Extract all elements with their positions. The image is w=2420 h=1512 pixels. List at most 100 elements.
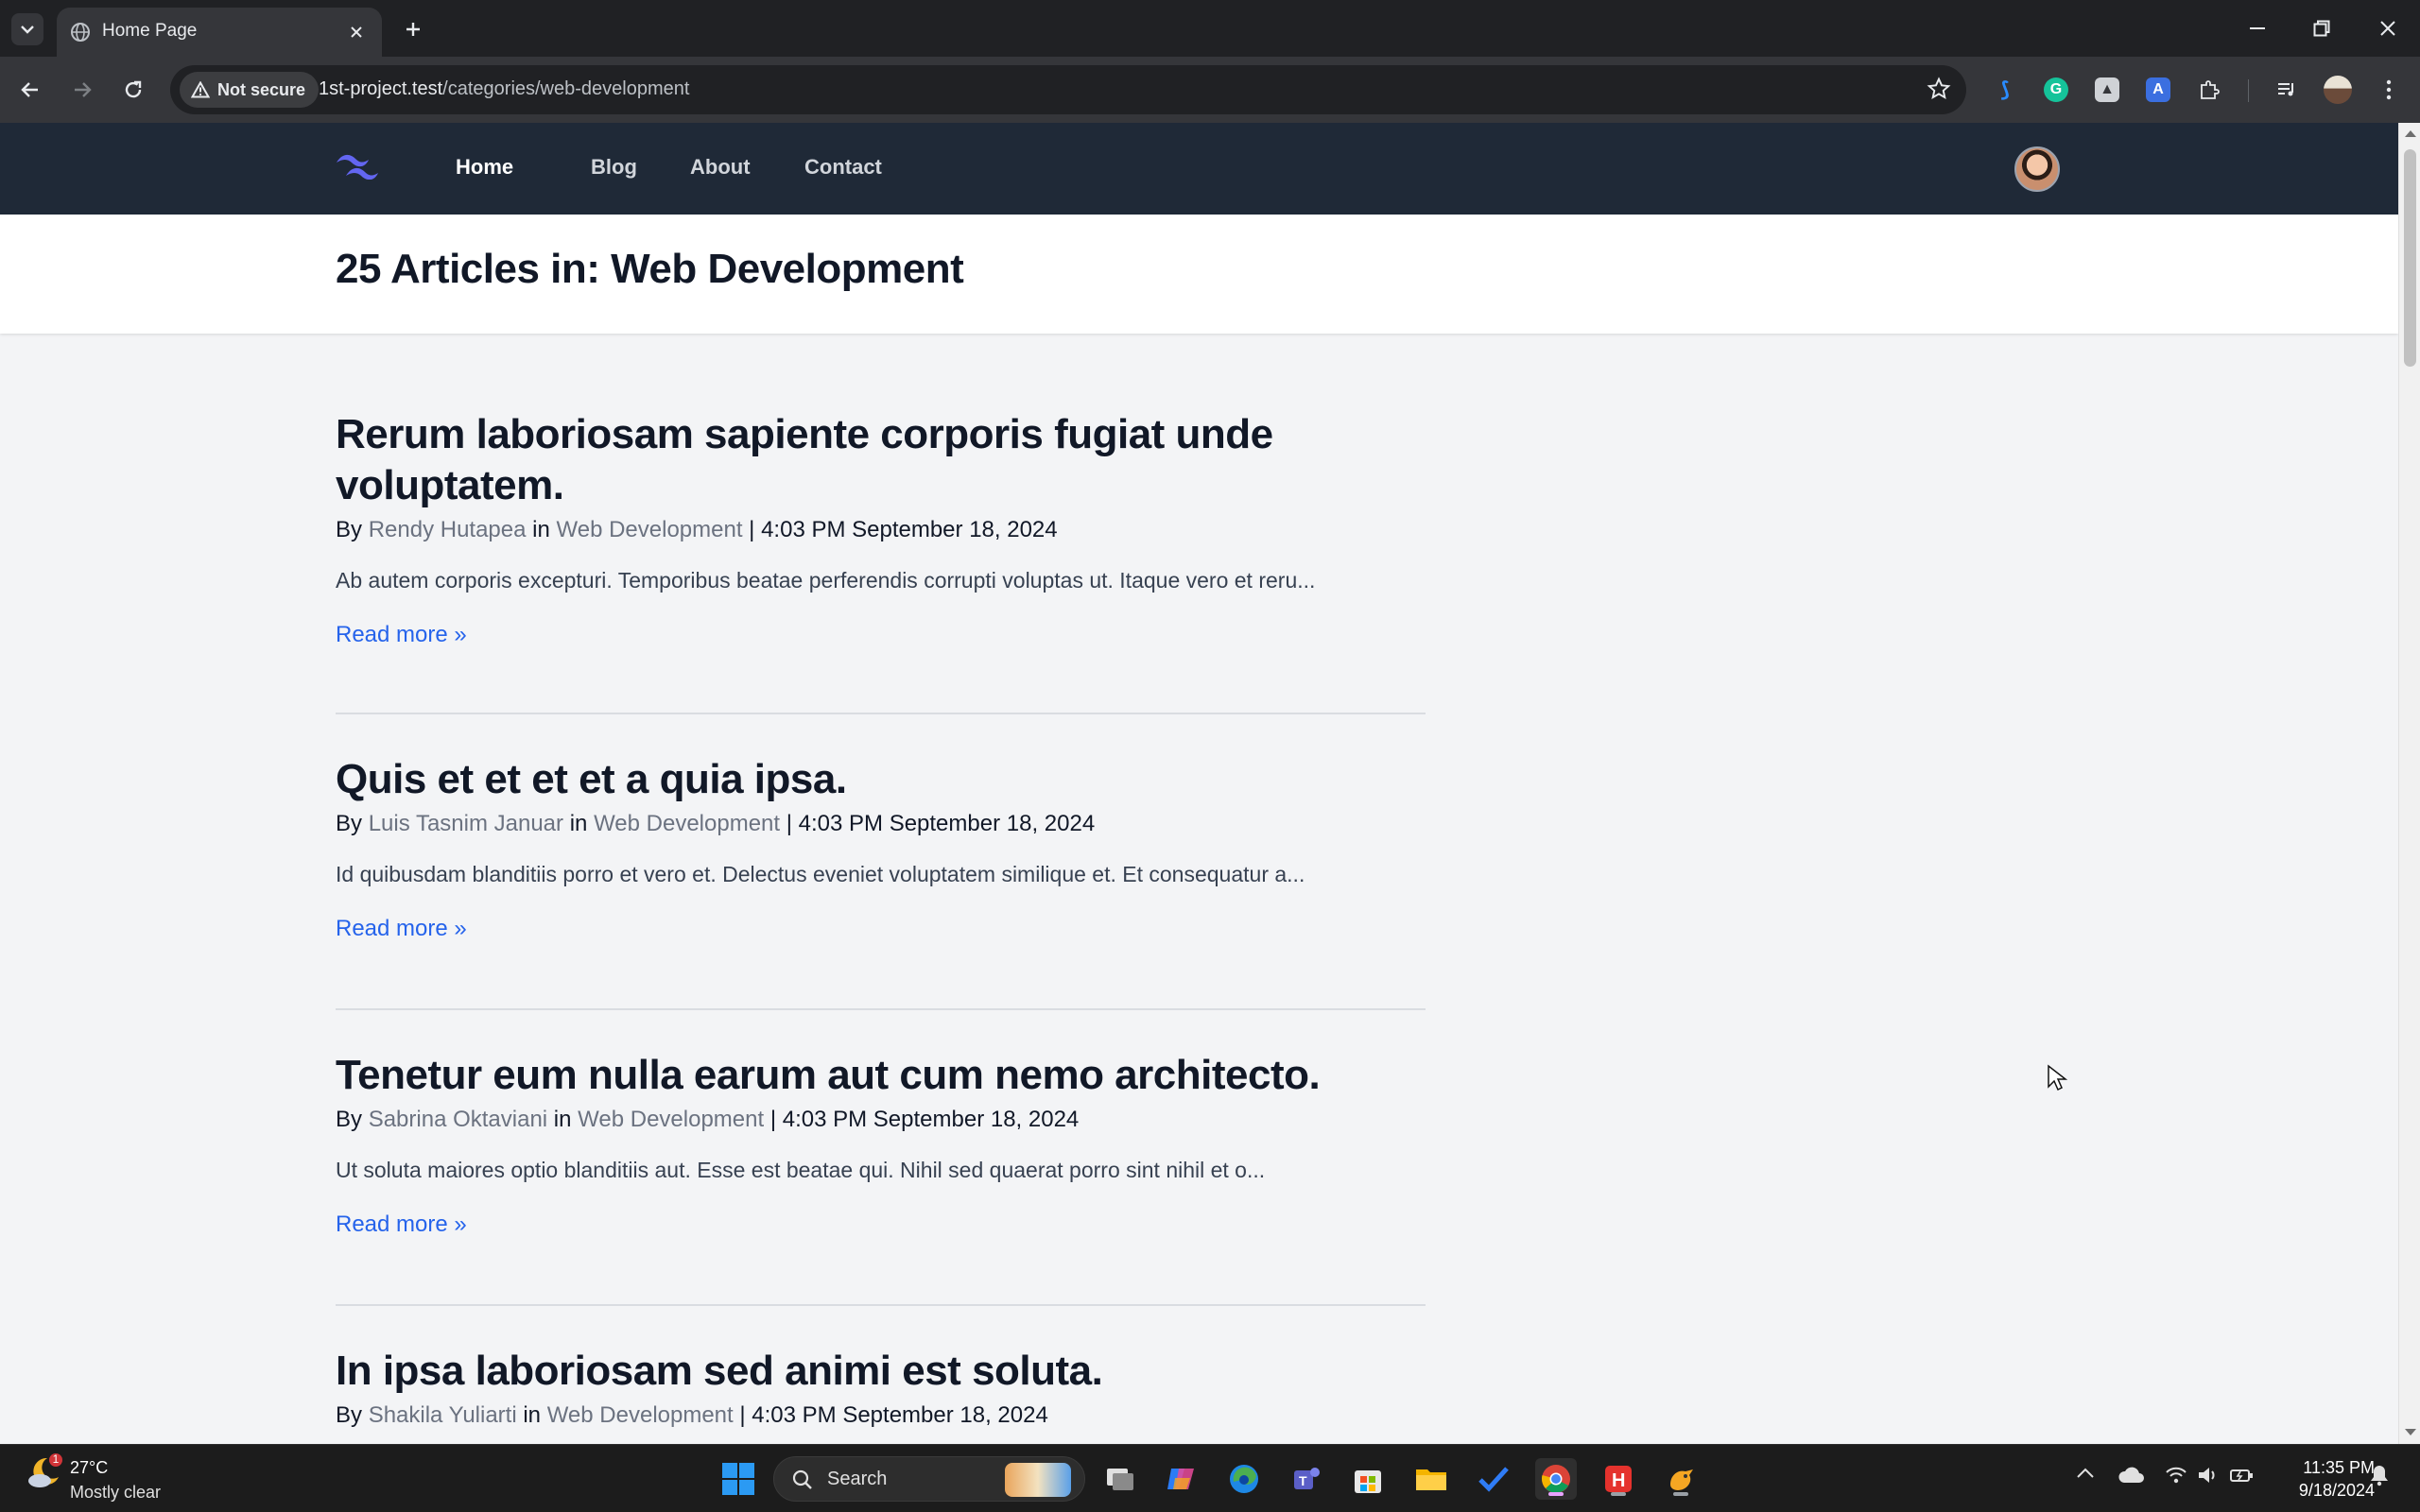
- new-tab-button[interactable]: [397, 13, 429, 45]
- category-link[interactable]: Web Development: [578, 1107, 764, 1132]
- meta-by: By: [336, 811, 363, 836]
- author-link[interactable]: Rendy Hutapea: [369, 517, 527, 542]
- meta-separator: |: [769, 1107, 777, 1132]
- article-date: 4:03 PM September 18, 2024: [761, 517, 1058, 542]
- active-indicator: [1548, 1492, 1564, 1496]
- user-avatar[interactable]: [2014, 146, 2060, 192]
- url-text[interactable]: 1st-project.test/categories/web-developm…: [319, 78, 689, 100]
- more-menu-icon[interactable]: [2373, 74, 2405, 106]
- browser-tab-active[interactable]: Home Page: [57, 8, 382, 57]
- article-date: 4:03 PM September 18, 2024: [752, 1402, 1048, 1428]
- weather-badge: 1: [52, 1452, 60, 1466]
- article-title-line[interactable]: voluptatem.: [336, 462, 564, 508]
- nav-blog[interactable]: Blog: [591, 155, 637, 180]
- duck-app-icon[interactable]: [1660, 1458, 1702, 1500]
- reload-icon: [125, 80, 142, 98]
- clock-date: 9/18/2024: [2298, 1481, 2375, 1500]
- tab-close-icon[interactable]: [344, 20, 369, 44]
- nav-about[interactable]: About: [690, 155, 751, 180]
- article-title[interactable]: In ipsa laboriosam sed animi est soluta.: [336, 1346, 1426, 1397]
- article-excerpt: Ab autem corporis excepturi. Temporibus …: [336, 568, 1316, 593]
- volume-icon[interactable]: [2197, 1466, 2220, 1489]
- task-view-icon[interactable]: [1099, 1458, 1141, 1500]
- read-more-link[interactable]: Read more »: [336, 1211, 467, 1238]
- mouse-cursor-icon: [2047, 1064, 2068, 1097]
- bookmark-star-icon[interactable]: [1927, 77, 1951, 106]
- article-card: In ipsa laboriosam sed animi est soluta.…: [336, 1346, 1426, 1429]
- page-scrollbar[interactable]: [2398, 123, 2420, 1444]
- read-more-link[interactable]: Read more »: [336, 916, 467, 942]
- start-button[interactable]: [717, 1458, 759, 1500]
- copilot-icon[interactable]: [1161, 1458, 1202, 1500]
- taskbar-search[interactable]: Search: [773, 1456, 1085, 1502]
- article-title[interactable]: Tenetur eum nulla earum aut cum nemo arc…: [336, 1050, 1426, 1101]
- extension-bluesky-icon[interactable]: ⟆: [1989, 74, 2021, 106]
- chrome-icon[interactable]: [1535, 1458, 1577, 1500]
- meta-in: in: [523, 1402, 542, 1428]
- tailwind-logo-icon[interactable]: [335, 151, 380, 184]
- search-highlight-icon: [1005, 1463, 1071, 1497]
- arrow-left-icon: [21, 82, 38, 97]
- extension-image-icon[interactable]: ▲: [2091, 74, 2123, 106]
- browser-toolbar: Not secure 1st-project.test/categories/w…: [0, 57, 2420, 123]
- article-meta: By Sabrina Oktaviani in Web Development …: [336, 1107, 1426, 1133]
- battery-icon[interactable]: [2229, 1466, 2254, 1489]
- wifi-icon[interactable]: [2165, 1466, 2187, 1489]
- minimize-button[interactable]: [2237, 9, 2278, 47]
- notification-bell-icon[interactable]: [2369, 1464, 2390, 1491]
- security-label: Not secure: [217, 79, 306, 99]
- category-link[interactable]: Web Development: [557, 517, 743, 542]
- nav-contact[interactable]: Contact: [804, 155, 882, 180]
- url-path: /categories/web-development: [442, 78, 690, 99]
- tray-chevron-up-icon[interactable]: [2076, 1466, 2095, 1484]
- read-more-link[interactable]: Read more »: [336, 622, 467, 648]
- system-clock[interactable]: 11:35 PM 9/18/2024: [2261, 1456, 2375, 1502]
- article-title[interactable]: Rerum laboriosam sapiente corporis fugia…: [336, 409, 1426, 511]
- teams-icon[interactable]: T: [1286, 1458, 1327, 1500]
- nav-home[interactable]: Home: [456, 155, 513, 180]
- category-link[interactable]: Web Development: [547, 1402, 734, 1428]
- article-card: Quis et et et et a quia ipsa. By Luis Ta…: [336, 754, 1426, 942]
- scroll-down-arrow-icon[interactable]: [2405, 1429, 2416, 1435]
- file-explorer-icon[interactable]: [1410, 1458, 1452, 1500]
- article-title[interactable]: Quis et et et et a quia ipsa.: [336, 754, 1426, 805]
- profile-avatar-icon[interactable]: [2322, 74, 2354, 106]
- tab-search-button[interactable]: [11, 13, 43, 45]
- article-divider: [336, 1304, 1426, 1306]
- reload-button[interactable]: [115, 72, 151, 108]
- windows-logo-icon: [722, 1463, 754, 1495]
- author-link[interactable]: Shakila Yuliarti: [369, 1402, 517, 1428]
- svg-text:T: T: [1299, 1473, 1307, 1488]
- media-control-icon[interactable]: [2271, 74, 2303, 106]
- close-window-button[interactable]: [2367, 9, 2409, 47]
- forward-button[interactable]: [64, 72, 100, 108]
- herd-app-icon[interactable]: H: [1598, 1458, 1639, 1500]
- address-bar[interactable]: Not secure 1st-project.test/categories/w…: [170, 65, 1966, 114]
- microsoft-store-icon[interactable]: [1347, 1458, 1389, 1500]
- extension-grammarly-icon[interactable]: G: [2040, 74, 2072, 106]
- scroll-up-arrow-icon[interactable]: [2405, 130, 2416, 137]
- edge-browser-icon[interactable]: [1223, 1458, 1265, 1500]
- extensions-puzzle-icon[interactable]: [2193, 74, 2225, 106]
- search-label: Search: [827, 1469, 888, 1489]
- security-chip[interactable]: Not secure: [180, 72, 320, 108]
- author-link[interactable]: Luis Tasnim Januar: [369, 811, 563, 836]
- clock-time: 11:35 PM: [2303, 1458, 2375, 1477]
- restore-button[interactable]: [2301, 9, 2342, 47]
- article-card: Rerum laboriosam sapiente corporis fugia…: [336, 409, 1426, 648]
- meta-separator: |: [749, 517, 755, 542]
- warning-icon: [191, 81, 210, 98]
- extension-translate-icon[interactable]: A: [2142, 74, 2174, 106]
- plus-icon: [406, 23, 420, 36]
- category-link[interactable]: Web Development: [594, 811, 780, 836]
- back-button[interactable]: [12, 72, 48, 108]
- browser-tabstrip: Home Page: [0, 0, 2420, 57]
- scroll-thumb[interactable]: [2404, 149, 2416, 367]
- author-link[interactable]: Sabrina Oktaviani: [369, 1107, 547, 1132]
- article-card: Tenetur eum nulla earum aut cum nemo arc…: [336, 1050, 1426, 1238]
- article-title-line[interactable]: Rerum laboriosam sapiente corporis fugia…: [336, 411, 1273, 457]
- url-host: 1st-project.test: [319, 78, 443, 99]
- onedrive-cloud-icon[interactable]: [2118, 1466, 2145, 1489]
- weather-widget[interactable]: 1 27°C Mostly clear: [23, 1452, 161, 1502]
- todo-icon[interactable]: [1473, 1458, 1514, 1500]
